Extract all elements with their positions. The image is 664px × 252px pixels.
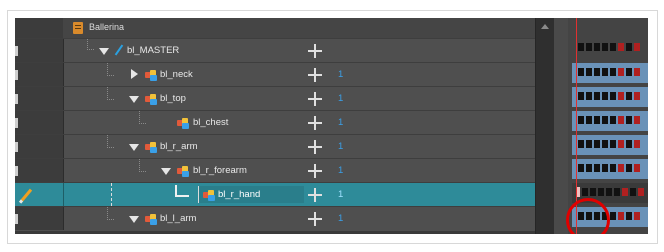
scene-icon bbox=[73, 22, 83, 34]
scene-title: Ballerina bbox=[89, 22, 125, 32]
layer-number: 1 bbox=[338, 213, 344, 224]
tree-line bbox=[139, 159, 146, 172]
layer-name: bl_MASTER bbox=[127, 45, 180, 56]
frame-row[interactable] bbox=[572, 87, 648, 107]
layer-row-left bbox=[15, 159, 64, 182]
header-left-column bbox=[15, 18, 63, 38]
tree-line bbox=[107, 207, 114, 220]
peg-layer-icon bbox=[203, 190, 215, 201]
layer-row[interactable]: bl_chest 1 bbox=[15, 110, 535, 135]
layer-row[interactable]: bl_r_arm 1 bbox=[15, 134, 535, 159]
layer-row-selected[interactable]: bl_r_hand 1 bbox=[15, 182, 535, 207]
peg-layer-icon bbox=[145, 214, 157, 225]
tree-line bbox=[139, 111, 146, 124]
add-layer-button[interactable] bbox=[308, 212, 322, 226]
layer-row-left bbox=[15, 111, 64, 134]
tree-line bbox=[107, 63, 114, 76]
tree-line bbox=[107, 135, 114, 148]
layer-name: bl_chest bbox=[193, 117, 229, 128]
timeline-panel: Ballerina bl_MASTER bl_neck 1 bl_top 1 b… bbox=[15, 18, 648, 234]
peg-layer-icon bbox=[177, 118, 189, 129]
peg-layer-icon bbox=[145, 142, 157, 153]
scroll-up-arrow-icon[interactable] bbox=[541, 24, 549, 29]
add-layer-button[interactable] bbox=[308, 92, 322, 106]
collapse-arrow-icon[interactable] bbox=[129, 96, 139, 103]
layer-number: 1 bbox=[338, 165, 344, 176]
drawing-layer-icon bbox=[114, 44, 124, 56]
add-layer-button[interactable] bbox=[308, 140, 322, 154]
layer-number: 1 bbox=[338, 69, 344, 80]
add-layer-button[interactable] bbox=[308, 44, 322, 58]
pencil-icon bbox=[20, 188, 33, 202]
frame-row[interactable] bbox=[572, 135, 648, 155]
layer-marker bbox=[15, 166, 18, 176]
collapse-arrow-icon[interactable] bbox=[161, 168, 171, 175]
layer-marker bbox=[15, 214, 18, 224]
tree-line bbox=[107, 87, 114, 100]
layer-name: bl_r_hand bbox=[218, 189, 261, 200]
layer-name: bl_l_arm bbox=[160, 213, 197, 224]
layer-number: 1 bbox=[338, 141, 344, 152]
layer-row-left bbox=[15, 63, 64, 86]
layer-name: bl_r_arm bbox=[160, 141, 198, 152]
tree-guide bbox=[111, 183, 112, 206]
vertical-scrollbar[interactable] bbox=[535, 18, 555, 234]
layer-row[interactable]: bl_r_forearm 1 bbox=[15, 158, 535, 183]
layer-name: bl_neck bbox=[160, 69, 193, 80]
frame-row[interactable] bbox=[572, 38, 648, 58]
add-layer-button[interactable] bbox=[308, 164, 322, 178]
layer-row[interactable]: bl_top 1 bbox=[15, 86, 535, 111]
layer-row-left bbox=[15, 207, 64, 230]
layer-number: 1 bbox=[338, 189, 344, 200]
layer-row[interactable]: bl_l_arm 1 bbox=[15, 206, 535, 231]
tree-line bbox=[87, 39, 94, 50]
frame-row[interactable] bbox=[572, 111, 648, 131]
layer-row-left bbox=[15, 183, 64, 206]
expand-arrow-icon[interactable] bbox=[131, 69, 138, 79]
frame-row[interactable] bbox=[572, 63, 648, 83]
add-layer-button[interactable] bbox=[308, 188, 322, 202]
frame-row[interactable] bbox=[572, 159, 648, 179]
layer-row[interactable]: bl_MASTER bbox=[15, 38, 535, 63]
layer-marker bbox=[15, 142, 18, 152]
layer-row[interactable]: bl_neck 1 bbox=[15, 62, 535, 87]
tree-line bbox=[175, 185, 189, 197]
peg-layer-icon bbox=[145, 70, 157, 81]
layer-row-left bbox=[15, 39, 64, 62]
collapse-arrow-icon[interactable] bbox=[129, 216, 139, 223]
add-layer-button[interactable] bbox=[308, 116, 322, 130]
collapse-arrow-icon[interactable] bbox=[129, 144, 139, 151]
layer-number: 1 bbox=[338, 93, 344, 104]
scene-header-row[interactable]: Ballerina bbox=[15, 18, 535, 38]
add-layer-button[interactable] bbox=[308, 68, 322, 82]
highlight-circle bbox=[566, 198, 610, 234]
layer-row-left bbox=[15, 135, 64, 158]
collapse-arrow-icon[interactable] bbox=[99, 48, 109, 55]
panel-divider[interactable] bbox=[554, 18, 568, 234]
layer-marker bbox=[15, 118, 18, 128]
layer-name: bl_top bbox=[160, 93, 186, 104]
layer-marker bbox=[15, 94, 18, 104]
layer-marker bbox=[15, 46, 18, 56]
layer-list: Ballerina bl_MASTER bl_neck 1 bl_top 1 b… bbox=[15, 18, 535, 234]
layer-marker bbox=[15, 70, 18, 80]
peg-layer-icon bbox=[145, 94, 157, 105]
layer-number: 1 bbox=[338, 117, 344, 128]
layer-row-left bbox=[15, 87, 64, 110]
layer-name: bl_r_forearm bbox=[193, 165, 247, 176]
peg-layer-icon bbox=[177, 166, 189, 177]
